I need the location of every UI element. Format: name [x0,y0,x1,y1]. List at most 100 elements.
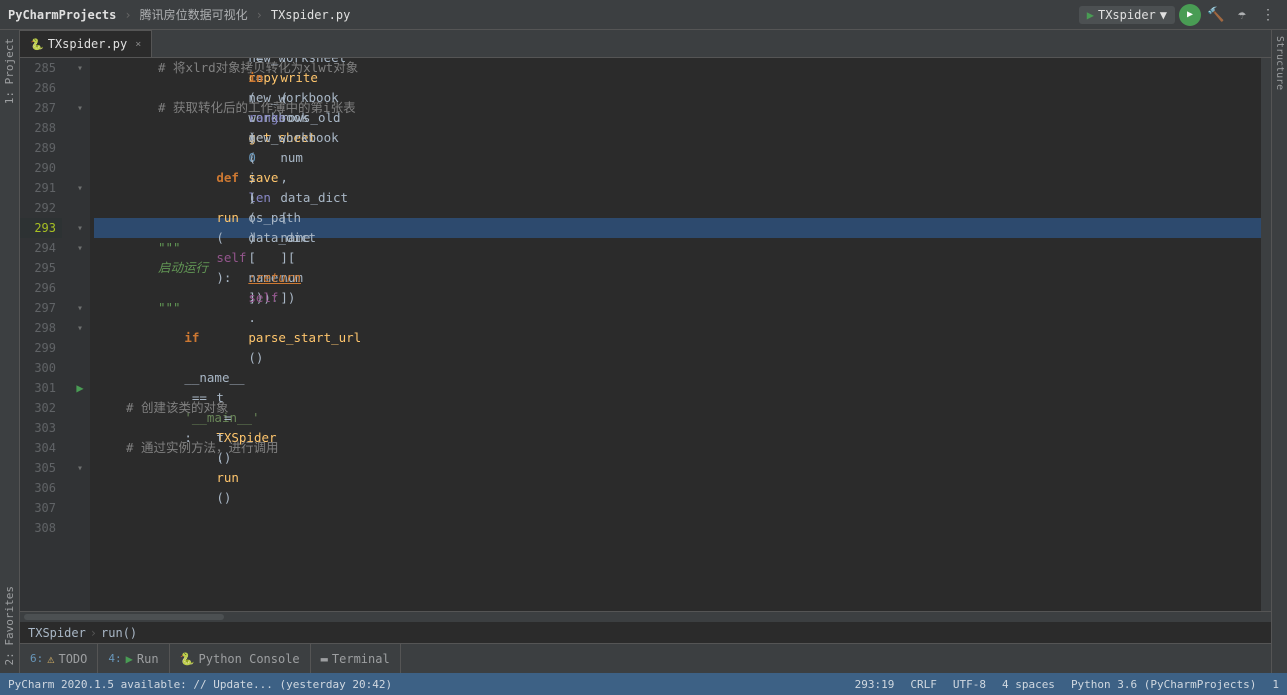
tab-python-icon: 🐍 [30,38,44,51]
gutter-285: ▾ [70,58,90,78]
left-panel: 1: Project 2: Favorites [0,30,20,673]
sep1: › [124,8,131,22]
statusbar-message: PyCharm 2020.1.5 available: // Update...… [8,678,855,691]
line-num-301: 301 [20,378,62,398]
terminal-icon: ▬ [321,652,328,666]
line-num-287: 287 [20,98,62,118]
editor-tab-txspider[interactable]: 🐍 TXspider.py × [20,30,152,57]
sidebar-item-favorites[interactable]: 2: Favorites [0,578,19,673]
gutter-301: ▶ [70,378,90,398]
statusbar-line-ending[interactable]: CRLF [910,678,937,691]
statusbar-update-text[interactable]: PyCharm 2020.1.5 available: // Update...… [8,678,392,691]
gutter-290 [70,158,90,178]
code-line-307 [94,498,1261,518]
breadcrumb-class[interactable]: TXSpider [28,626,86,640]
run-num: 4: [108,652,121,665]
line-num-307: 307 [20,498,62,518]
todo-label: TODO [58,652,87,666]
gutter-307 [70,498,90,518]
left-gutter: ▾ ▾ ▾ ▾ ▾ ▾ ▾ ▶ ▾ [70,58,90,611]
breadcrumb: TXSpider › run() [20,621,1271,643]
statusbar-right-num: 1 [1272,678,1279,691]
line-num-296: 296 [20,278,62,298]
build-button[interactable]: 🔨 [1205,4,1227,26]
gutter-293: ▾ [70,218,90,238]
vertical-scrollbar[interactable] [1261,58,1271,611]
gutter-300 [70,358,90,378]
terminal-label: Terminal [332,652,390,666]
horizontal-scrollbar[interactable] [20,611,1271,621]
line-num-285: 285 [20,58,62,78]
gutter-308 [70,518,90,538]
bottom-tab-run[interactable]: 4: ▶ Run [98,644,169,673]
titlebar-actions: ▶ TXspider ▼ ▶ 🔨 ☂ ⋮ [1079,4,1279,26]
gutter-304 [70,438,90,458]
breadcrumb-method[interactable]: run() [101,626,137,640]
gutter-291: ▾ [70,178,90,198]
bottom-tab-terminal[interactable]: ▬ Terminal [311,644,401,673]
gutter-287: ▾ [70,98,90,118]
line-num-288: 288 [20,118,62,138]
statusbar-indent[interactable]: 4 spaces [1002,678,1055,691]
sep2: › [256,8,263,22]
breadcrumb-separator: › [90,626,97,640]
bottom-tab-python-console[interactable]: 🐍 Python Console [170,644,311,673]
line-num-308: 308 [20,518,62,538]
line-num-295: 295 [20,258,62,278]
code-line-304: # 通过实例方法，进行调用 [94,438,1261,458]
gutter-298: ▾ [70,318,90,338]
gutter-299 [70,338,90,358]
right-panel: Structure [1271,30,1287,673]
gutter-296 [70,278,90,298]
code-editor[interactable]: 285 286 287 288 289 290 291 292 293 294 … [20,58,1271,611]
gutter-303 [70,418,90,438]
editor-container: 🐍 TXspider.py × 285 286 287 288 289 290 … [20,30,1271,673]
more-button[interactable]: ⋮ [1257,4,1279,26]
gutter-297: ▾ [70,298,90,318]
run-button[interactable]: ▶ [1179,4,1201,26]
sidebar-item-structure[interactable]: Structure [1272,30,1287,96]
statusbar-encoding[interactable]: UTF-8 [953,678,986,691]
gutter-306 [70,478,90,498]
line-num-290: 290 [20,158,62,178]
gutter-302 [70,398,90,418]
statusbar-position[interactable]: 293:19 [855,678,895,691]
titlebar: PyCharmProjects › 腾讯房位数据可视化 › TXspider.p… [0,0,1287,30]
bottom-panel: 6: ⚠ TODO 4: ▶ Run 🐍 Python Console ▬ Te… [20,643,1271,673]
statusbar-right: 293:19 CRLF UTF-8 4 spaces Python 3.6 (P… [855,678,1279,691]
code-line-308 [94,518,1261,538]
code-content[interactable]: # 将xlrd对象拷贝转化为xlwt对象 new_workbook = copy… [90,58,1261,611]
line-num-292: 292 [20,198,62,218]
coverage-button[interactable]: ☂ [1231,4,1253,26]
line-numbers: 285 286 287 288 289 290 291 292 293 294 … [20,58,70,611]
gutter-289 [70,138,90,158]
bottom-tabs: 6: ⚠ TODO 4: ▶ Run 🐍 Python Console ▬ Te… [20,644,401,673]
line-num-304: 304 [20,438,62,458]
line-num-305: 305 [20,458,62,478]
todo-icon: ⚠ [47,652,54,666]
bottom-tab-todo[interactable]: 6: ⚠ TODO [20,644,98,673]
gutter-292 [70,198,90,218]
run-config-icon: ▶ [1087,8,1094,22]
code-line-298: self . parse_start_url () [94,318,1261,338]
code-line-303: t = TXSpider () [94,418,1261,438]
gutter-295 [70,258,90,278]
tab-close-button[interactable]: × [135,39,141,50]
run-icon: ▶ [126,652,133,666]
python-console-label: Python Console [199,652,300,666]
statusbar: PyCharm 2020.1.5 available: // Update...… [0,673,1287,695]
line-num-291: 291 [20,178,62,198]
line-num-294: 294 [20,238,62,258]
line-num-303: 303 [20,418,62,438]
run-config-name: TXspider [1098,8,1156,22]
line-num-306: 306 [20,478,62,498]
folder-label: 腾讯房位数据可视化 [140,6,248,23]
scrollbar-thumb[interactable] [24,614,224,620]
statusbar-python-version[interactable]: Python 3.6 (PyCharmProjects) [1071,678,1256,691]
sidebar-item-project[interactable]: 1: Project [0,30,19,112]
run-config-selector[interactable]: ▶ TXspider ▼ [1079,6,1175,24]
file-label: TXspider.py [271,8,350,22]
project-label[interactable]: PyCharmProjects [8,8,116,22]
gutter-286 [70,78,90,98]
line-num-300: 300 [20,358,62,378]
